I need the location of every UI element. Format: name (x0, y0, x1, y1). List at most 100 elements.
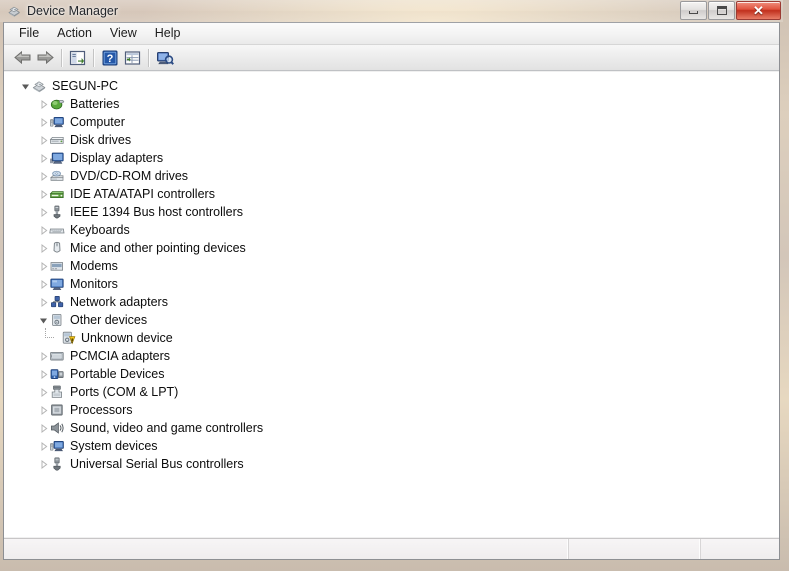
usb-controller-icon (49, 456, 65, 472)
network-adapter-icon (49, 294, 65, 310)
properties-button[interactable] (121, 47, 144, 69)
status-pane-message (4, 539, 569, 559)
arrow-right-icon (37, 50, 54, 65)
menu-view[interactable]: View (101, 24, 146, 43)
scan-hardware-button[interactable] (153, 47, 176, 69)
window-titlebar[interactable]: Device Manager ✕ (0, 0, 783, 22)
tree-item-modems[interactable]: Modems (4, 257, 779, 275)
collapse-triangle-icon[interactable] (20, 77, 31, 95)
expand-triangle-icon[interactable] (38, 203, 49, 221)
close-button[interactable]: ✕ (736, 1, 781, 20)
tree-item-sound-video-and-game-controllers[interactable]: Sound, video and game controllers (4, 419, 779, 437)
mouse-icon (49, 240, 65, 256)
expand-triangle-icon[interactable] (38, 455, 49, 473)
tree-root-segun-pc[interactable]: SEGUN-PC (4, 77, 779, 95)
battery-icon (49, 96, 65, 112)
tree-item-processors[interactable]: Processors (4, 401, 779, 419)
expand-triangle-icon[interactable] (38, 167, 49, 185)
tree-item-dvd-cd-rom-drives[interactable]: DVD/CD-ROM drives (4, 167, 779, 185)
sound-controller-icon (49, 420, 65, 436)
menu-file[interactable]: File (10, 24, 48, 43)
menu-action[interactable]: Action (48, 24, 101, 43)
tree-item-batteries[interactable]: Batteries (4, 95, 779, 113)
pcmcia-icon (49, 348, 65, 364)
tree-item-label: IDE ATA/ATAPI controllers (70, 187, 215, 201)
tree-item-unknown-device[interactable]: Unknown device (4, 328, 779, 347)
tree-item-label: Computer (70, 115, 125, 129)
tree-item-label: Universal Serial Bus controllers (70, 457, 244, 471)
tree-item-other-devices[interactable]: Other devices (4, 311, 779, 329)
tree-item-system-devices[interactable]: System devices (4, 437, 779, 455)
expand-triangle-icon[interactable] (38, 383, 49, 401)
tree-item-label: DVD/CD-ROM drives (70, 169, 189, 183)
keyboard-icon (49, 222, 65, 238)
back-button[interactable] (11, 47, 34, 69)
toolbar: ? (4, 45, 779, 71)
expand-triangle-icon[interactable] (38, 275, 49, 293)
expand-triangle-icon[interactable] (38, 131, 49, 149)
arrow-left-icon (14, 50, 31, 65)
tree-item-label: Batteries (70, 97, 120, 111)
computer-icon (6, 3, 22, 19)
show-hide-console-tree-button[interactable] (66, 47, 89, 69)
unknown-device-icon (60, 330, 76, 346)
expand-triangle-icon[interactable] (38, 221, 49, 239)
collapse-triangle-icon[interactable] (38, 311, 49, 329)
window-title: Device Manager (27, 4, 119, 18)
tree-item-keyboards[interactable]: Keyboards (4, 221, 779, 239)
tree-item-display-adapters[interactable]: Display adapters (4, 149, 779, 167)
expand-triangle-icon[interactable] (38, 149, 49, 167)
tree-item-disk-drives[interactable]: Disk drives (4, 131, 779, 149)
expand-triangle-icon[interactable] (38, 185, 49, 203)
toolbar-separator (93, 48, 94, 67)
expand-triangle-icon[interactable] (38, 257, 49, 275)
expand-triangle-icon[interactable] (38, 419, 49, 437)
properties-list-icon (124, 50, 141, 65)
expand-triangle-icon[interactable] (38, 95, 49, 113)
system-device-icon (49, 438, 65, 454)
maximize-button[interactable] (708, 1, 735, 20)
device-tree: SEGUN-PC Batteries Computer Disk drives … (4, 73, 779, 473)
minimize-icon (689, 11, 698, 14)
svg-text:?: ? (106, 53, 113, 65)
monitor-icon (49, 276, 65, 292)
expand-triangle-icon[interactable] (38, 401, 49, 419)
expand-triangle-icon[interactable] (38, 239, 49, 257)
tree-item-ide-ata-atapi-controllers[interactable]: IDE ATA/ATAPI controllers (4, 185, 779, 203)
disk-drive-icon (49, 132, 65, 148)
tree-item-label: Display adapters (70, 151, 164, 165)
forward-button[interactable] (34, 47, 57, 69)
tree-item-label: System devices (70, 439, 158, 453)
toolbar-separator (148, 48, 149, 67)
tree-item-mice-and-other-pointing-devices[interactable]: Mice and other pointing devices (4, 239, 779, 257)
expand-triangle-icon[interactable] (38, 365, 49, 383)
tree-item-universal-serial-bus-controllers[interactable]: Universal Serial Bus controllers (4, 455, 779, 473)
tree-item-network-adapters[interactable]: Network adapters (4, 293, 779, 311)
tree-item-ports-com-lpt[interactable]: Ports (COM & LPT) (4, 383, 779, 401)
tree-item-pcmcia-adapters[interactable]: PCMCIA adapters (4, 347, 779, 365)
device-tree-pane[interactable]: SEGUN-PC Batteries Computer Disk drives … (4, 72, 779, 537)
menu-help[interactable]: Help (146, 24, 190, 43)
help-button[interactable]: ? (98, 47, 121, 69)
help-question-icon: ? (102, 50, 117, 65)
minimize-button[interactable] (680, 1, 707, 20)
tree-item-ieee-1394-bus-host-controllers[interactable]: IEEE 1394 Bus host controllers (4, 203, 779, 221)
tree-item-computer[interactable]: Computer (4, 113, 779, 131)
close-icon: ✕ (753, 3, 764, 18)
tree-item-label: Other devices (70, 313, 148, 327)
expand-triangle-icon[interactable] (38, 293, 49, 311)
tree-item-label: Keyboards (70, 223, 130, 237)
tree-item-label: Monitors (70, 277, 118, 291)
tree-item-label: Portable Devices (70, 367, 165, 381)
computer-root-icon (31, 78, 47, 94)
tree-item-monitors[interactable]: Monitors (4, 275, 779, 293)
status-pane-secondary (569, 539, 701, 559)
expand-triangle-icon[interactable] (38, 113, 49, 131)
expand-triangle-icon[interactable] (38, 347, 49, 365)
portable-device-icon (49, 366, 65, 382)
tree-item-label: SEGUN-PC (52, 79, 118, 93)
expand-triangle-icon[interactable] (38, 437, 49, 455)
maximize-icon (716, 6, 727, 15)
tree-item-label: IEEE 1394 Bus host controllers (70, 205, 244, 219)
tree-item-portable-devices[interactable]: Portable Devices (4, 365, 779, 383)
